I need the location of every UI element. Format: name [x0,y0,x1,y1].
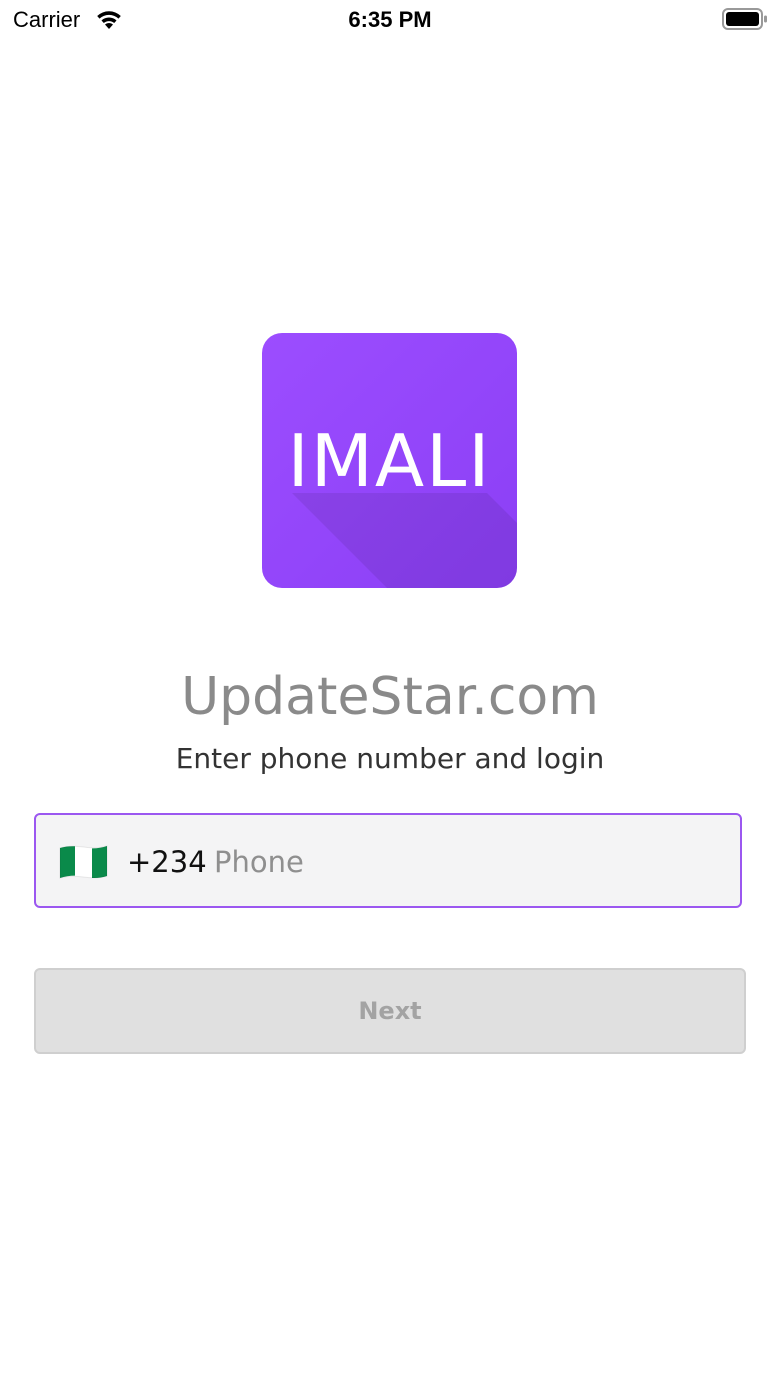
logo-text: IMALI [287,419,492,503]
app-logo: IMALI [262,333,517,588]
battery-icon [722,8,767,30]
page-title: UpdateStar.com [181,667,599,727]
phone-input[interactable] [214,841,714,883]
clock: 6:35 PM [348,7,432,32]
phone-field[interactable]: +234 [34,813,742,908]
login-screen: Carrier 6:35 PM IMALI UpdateStar.com Ent… [0,0,780,1387]
country-dial-code[interactable]: +234 [127,844,207,880]
status-bar: Carrier 6:35 PM [0,0,780,40]
page-subtitle: Enter phone number and login [175,742,605,775]
next-button[interactable]: Next [34,968,746,1054]
nigeria-flag-icon[interactable] [58,844,109,880]
